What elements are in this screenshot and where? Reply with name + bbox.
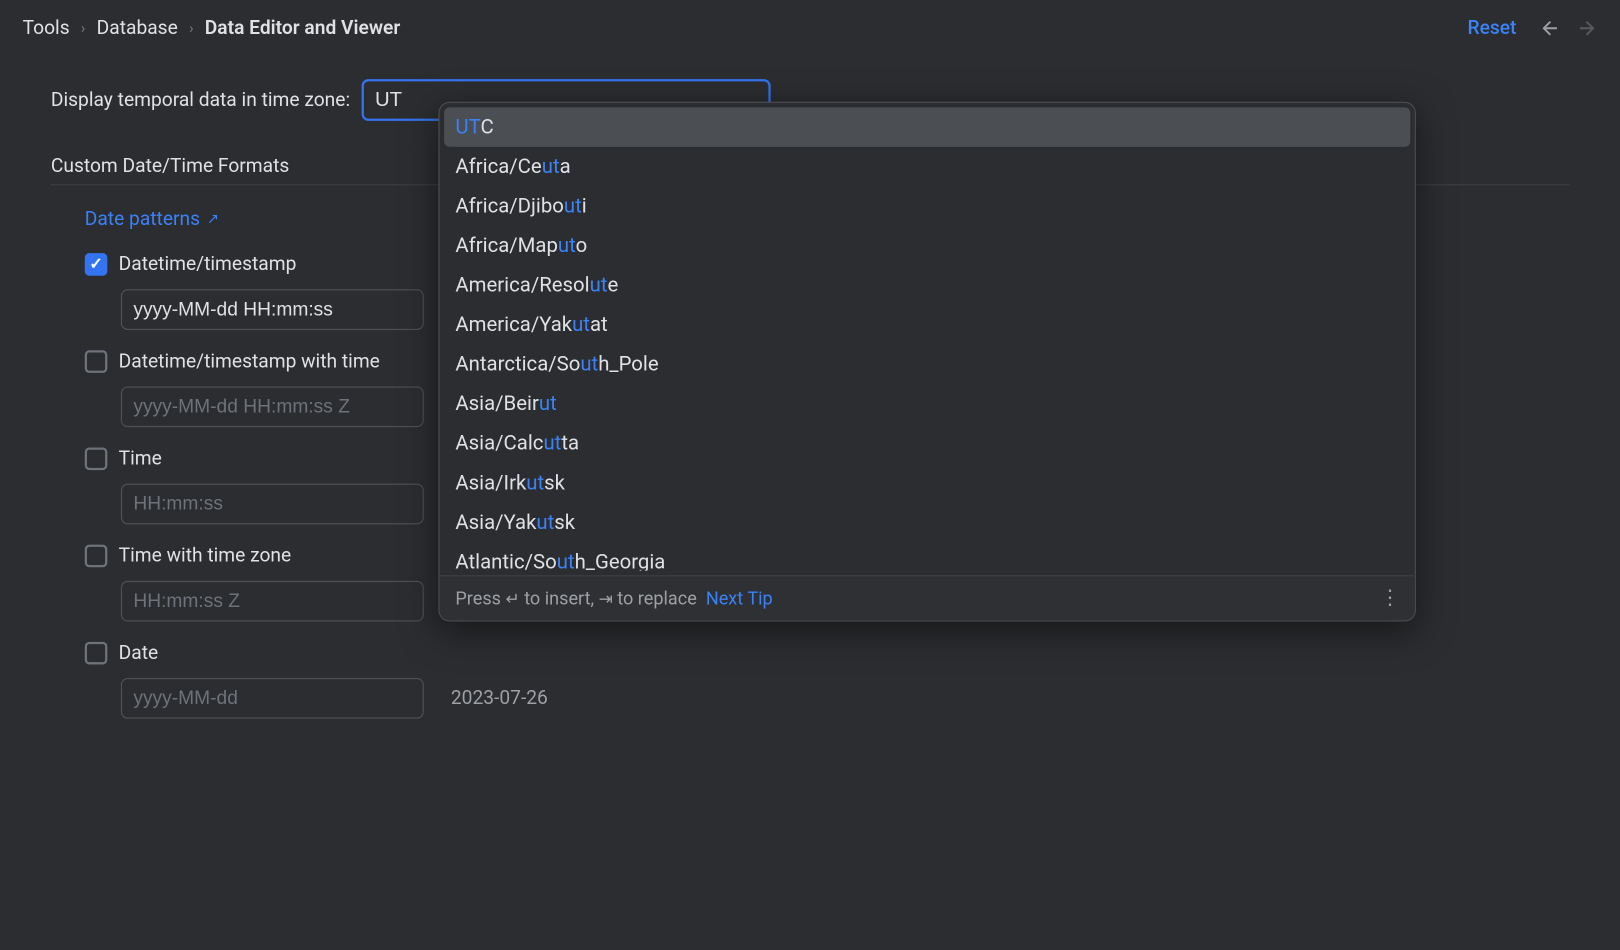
autocomplete-footer: Press ↵ to insert, ⇥ to replace Next Tip… — [440, 575, 1415, 620]
autocomplete-item[interactable]: America/Resolute — [444, 266, 1410, 306]
autocomplete-item[interactable]: Asia/Calcutta — [444, 424, 1410, 464]
autocomplete-item[interactable]: Asia/Irkutsk — [444, 463, 1410, 503]
autocomplete-item[interactable]: Africa/Maputo — [444, 226, 1410, 266]
external-link-icon: ↗ — [207, 211, 219, 228]
autocomplete-item[interactable]: Asia/Beirut — [444, 384, 1410, 424]
date-preview: 2023-07-26 — [451, 687, 548, 710]
time-label[interactable]: Time — [119, 447, 162, 470]
timezone-label: Display temporal data in time zone: — [51, 89, 350, 112]
datetime-label[interactable]: Datetime/timestamp — [119, 253, 297, 276]
more-icon[interactable]: ⋮ — [1380, 586, 1399, 610]
breadcrumb-current: Data Editor and Viewer — [205, 17, 400, 40]
footer-hint: Press ↵ to insert, ⇥ to replace — [455, 588, 696, 609]
date-patterns-link[interactable]: Date patterns ↗ — [85, 208, 219, 231]
autocomplete-item[interactable]: Atlantic/South_Georgia — [444, 542, 1410, 570]
autocomplete-item[interactable]: Africa/Ceuta — [444, 147, 1410, 187]
timezone-autocomplete-popup: UTCAfrica/CeutaAfrica/DjiboutiAfrica/Map… — [438, 102, 1415, 622]
autocomplete-item[interactable]: Antarctica/South_Pole — [444, 345, 1410, 385]
time-tz-checkbox[interactable] — [85, 545, 108, 568]
chevron-right-icon: › — [81, 20, 85, 37]
time-tz-format-input[interactable] — [121, 581, 424, 622]
breadcrumb-database[interactable]: Database — [97, 17, 178, 40]
time-tz-label[interactable]: Time with time zone — [119, 545, 292, 568]
autocomplete-list: UTCAfrica/CeutaAfrica/DjiboutiAfrica/Map… — [440, 103, 1415, 575]
datetime-tz-format-input[interactable] — [121, 386, 424, 427]
autocomplete-item[interactable]: UTC — [444, 107, 1410, 147]
forward-icon — [1575, 17, 1598, 40]
time-checkbox[interactable] — [85, 447, 108, 470]
datetime-tz-label[interactable]: Datetime/timestamp with time — [119, 350, 380, 373]
autocomplete-item[interactable]: America/Yakutat — [444, 305, 1410, 345]
date-label[interactable]: Date — [119, 642, 159, 665]
enter-key-icon: ↵ — [505, 589, 519, 609]
chevron-right-icon: › — [189, 20, 193, 37]
breadcrumb: Tools › Database › Data Editor and Viewe… — [23, 17, 401, 40]
tab-key-icon: ⇥ — [599, 589, 613, 609]
autocomplete-item[interactable]: Africa/Djibouti — [444, 186, 1410, 226]
next-tip-link[interactable]: Next Tip — [706, 588, 773, 609]
date-checkbox[interactable] — [85, 642, 108, 665]
autocomplete-item[interactable]: Asia/Yakutsk — [444, 503, 1410, 543]
breadcrumb-tools[interactable]: Tools — [23, 17, 70, 40]
date-format-input[interactable] — [121, 678, 424, 719]
datetime-tz-checkbox[interactable] — [85, 350, 108, 373]
back-icon[interactable] — [1539, 17, 1562, 40]
time-format-input[interactable] — [121, 484, 424, 525]
datetime-checkbox[interactable] — [85, 253, 108, 276]
datetime-format-input[interactable] — [121, 289, 424, 330]
reset-button[interactable]: Reset — [1467, 17, 1516, 40]
settings-header: Tools › Database › Data Editor and Viewe… — [0, 0, 1620, 57]
